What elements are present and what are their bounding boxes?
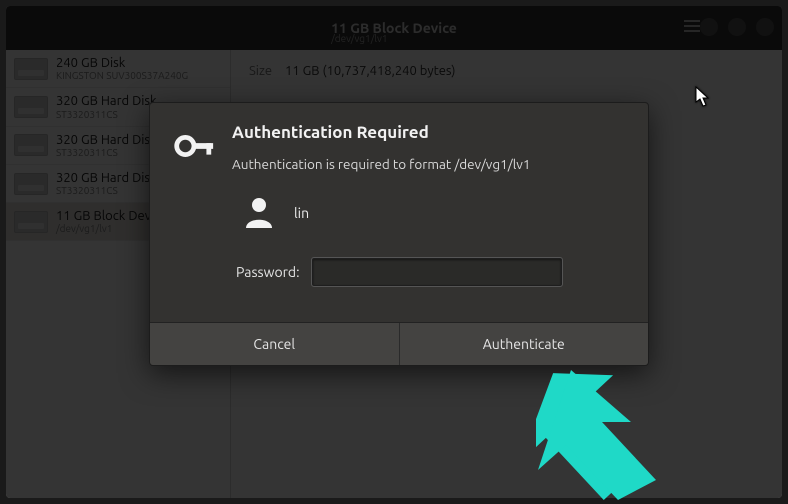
dialog-title: Authentication Required — [232, 123, 628, 142]
password-label: Password: — [236, 264, 300, 280]
dialog-message: Authentication is required to format /de… — [232, 156, 628, 172]
dialog-username: lin — [294, 205, 309, 221]
cancel-button[interactable]: Cancel — [150, 323, 400, 365]
password-input[interactable] — [312, 258, 562, 286]
authenticate-button[interactable]: Authenticate — [400, 323, 649, 365]
authentication-dialog: Authentication Required Authentication i… — [149, 102, 649, 366]
user-avatar-icon — [242, 194, 276, 232]
key-icon — [170, 123, 216, 286]
